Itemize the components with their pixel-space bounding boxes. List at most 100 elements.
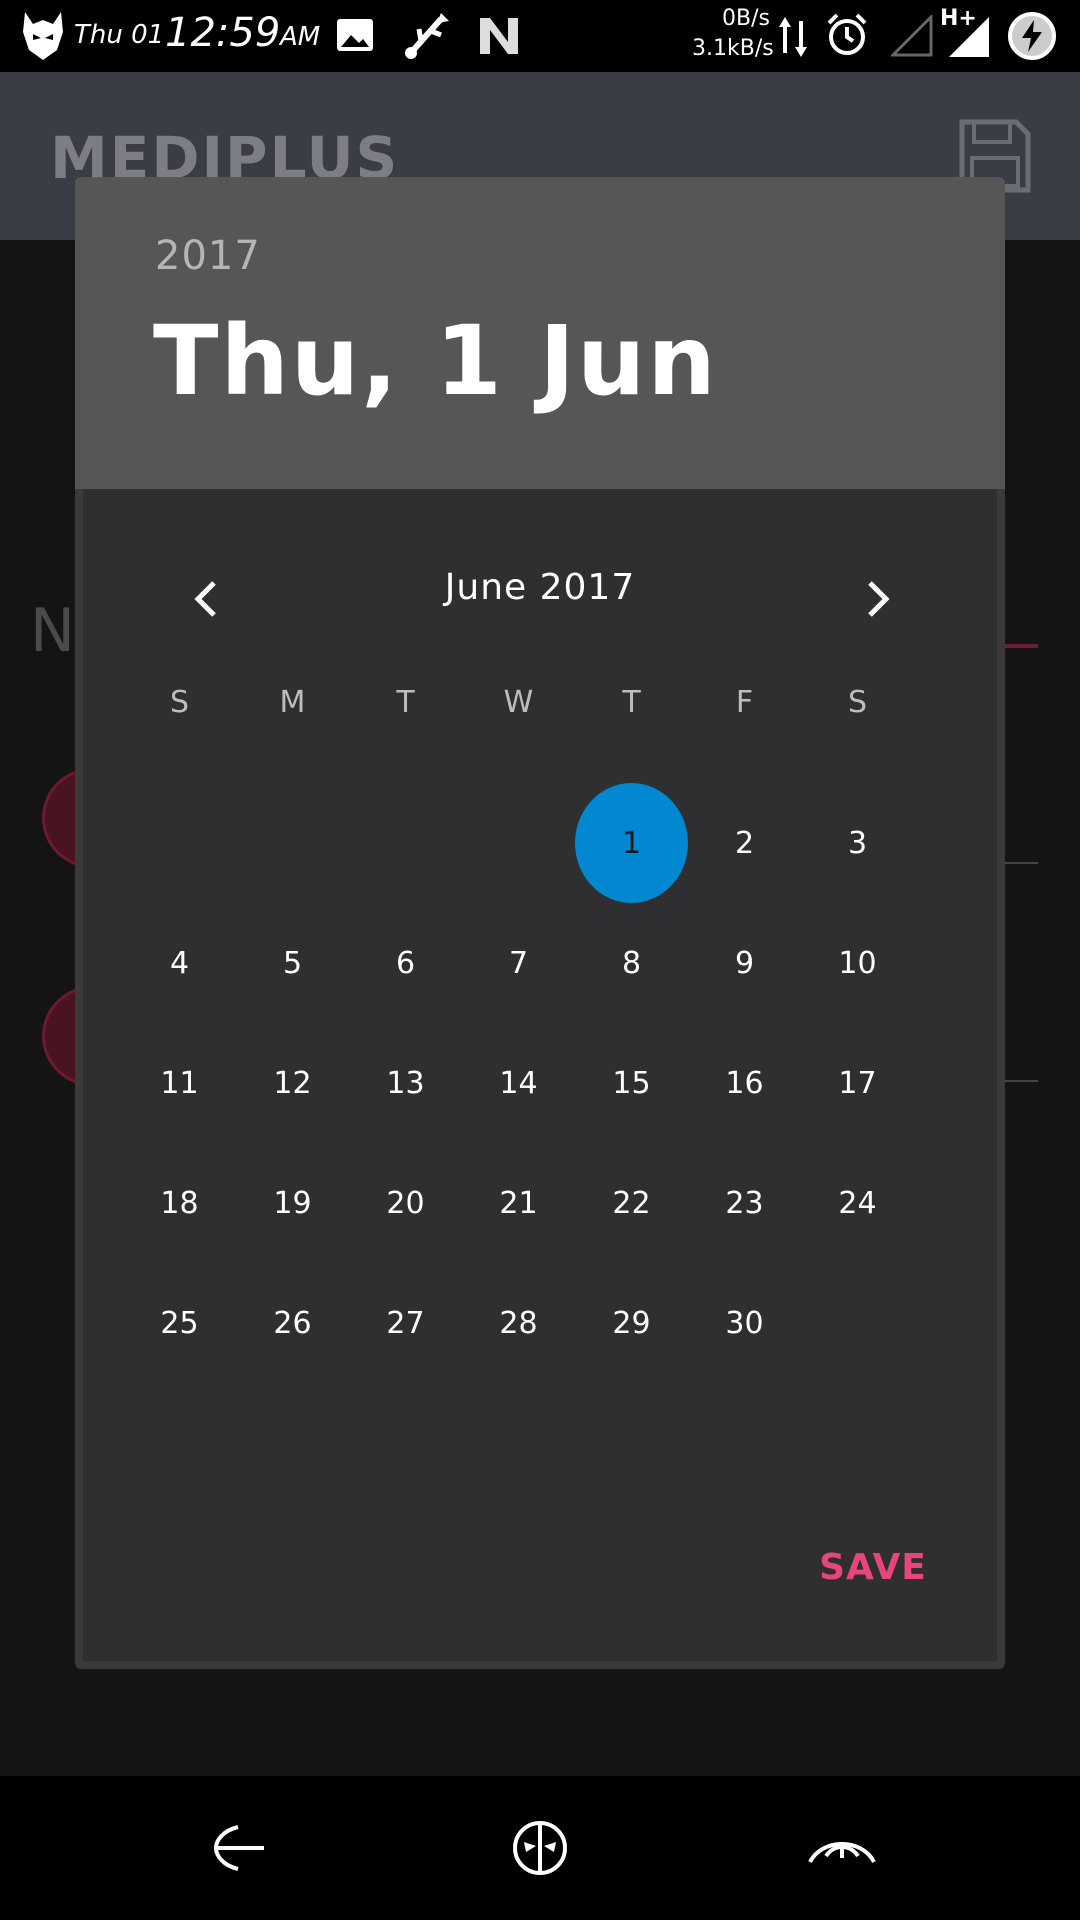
day-number: 6: [395, 945, 416, 981]
day-cell[interactable]: 10: [801, 903, 914, 1023]
day-number: 8: [621, 945, 642, 981]
status-day: Thu 01: [74, 20, 165, 50]
day-cell[interactable]: 7: [462, 903, 575, 1023]
day-number: 3: [847, 825, 868, 861]
weekday-label: S: [847, 685, 868, 720]
weekday-label: F: [735, 685, 754, 720]
day-cell[interactable]: 29: [575, 1263, 688, 1383]
day-cell[interactable]: 6: [349, 903, 462, 1023]
weekday-label: S: [169, 685, 190, 720]
navigation-bar: [0, 1776, 1080, 1920]
day-number: 11: [160, 1065, 199, 1101]
day-cell[interactable]: 12: [236, 1023, 349, 1143]
n-logo-icon: [474, 12, 524, 60]
day-grid: 1 2 3 4 5 6 7 8 9 10 11 12 13 14 15 16 17 18 19 20 21 22 23 24 2…: [123, 783, 914, 1383]
weekday-label: T: [396, 685, 415, 720]
day-number: 19: [273, 1185, 312, 1221]
day-number: 2: [734, 825, 755, 861]
day-cell[interactable]: 22: [575, 1143, 688, 1263]
chevron-right-icon: [868, 581, 890, 617]
next-month-button[interactable]: [843, 563, 915, 635]
day-number: 25: [160, 1305, 199, 1341]
day-cell[interactable]: 3: [801, 783, 914, 903]
alarm-icon: [822, 10, 872, 60]
weekday-label: T: [622, 685, 641, 720]
day-cell[interactable]: 21: [462, 1143, 575, 1263]
date-picker-dialog: 2017 Thu, 1 Jun June 2017 S M T W T F S …: [75, 177, 1005, 1669]
day-cell-selected[interactable]: 1: [575, 783, 688, 903]
day-number: 13: [386, 1065, 425, 1101]
day-number: 17: [838, 1065, 877, 1101]
usb-icon: [400, 8, 456, 64]
day-cell[interactable]: 28: [462, 1263, 575, 1383]
weekday-header: S M T W T F S: [123, 683, 914, 723]
divider: [1000, 1080, 1038, 1082]
day-number: 16: [725, 1065, 764, 1101]
day-number: 4: [169, 945, 190, 981]
day-number: 29: [612, 1305, 651, 1341]
day-number: 30: [725, 1305, 764, 1341]
day-number: 7: [508, 945, 529, 981]
day-cell[interactable]: 23: [688, 1143, 801, 1263]
status-time: 12:59: [165, 10, 281, 56]
day-cell[interactable]: 27: [349, 1263, 462, 1383]
day-number: 1: [575, 783, 688, 903]
day-cell[interactable]: 5: [236, 903, 349, 1023]
recents-icon[interactable]: [806, 1812, 878, 1884]
image-icon: [334, 14, 376, 56]
tab-indicator: [1000, 644, 1038, 648]
day-cell[interactable]: 8: [575, 903, 688, 1023]
day-number: 5: [282, 945, 303, 981]
day-empty: [123, 783, 236, 903]
day-number: 27: [386, 1305, 425, 1341]
day-number: 9: [734, 945, 755, 981]
header-selected-date[interactable]: Thu, 1 Jun: [153, 305, 718, 417]
day-cell[interactable]: 19: [236, 1143, 349, 1263]
calendar: June 2017 S M T W T F S 1 2 3 4 5 6 7 8 9 10 11 12 1…: [83, 489, 997, 1661]
weekday-label: W: [503, 685, 534, 720]
weekday-label: M: [279, 685, 306, 720]
day-cell[interactable]: 2: [688, 783, 801, 903]
day-cell[interactable]: 14: [462, 1023, 575, 1143]
header-year[interactable]: 2017: [155, 233, 261, 279]
signal-empty-icon: [890, 14, 934, 58]
day-number: 20: [386, 1185, 425, 1221]
day-cell[interactable]: 25: [123, 1263, 236, 1383]
day-number: 26: [273, 1305, 312, 1341]
day-number: 28: [499, 1305, 538, 1341]
day-number: 10: [838, 945, 877, 981]
day-number: 18: [160, 1185, 199, 1221]
day-number: 24: [838, 1185, 877, 1221]
day-cell[interactable]: 9: [688, 903, 801, 1023]
day-empty: [462, 783, 575, 903]
save-button[interactable]: SAVE: [803, 1537, 943, 1597]
day-cell[interactable]: 4: [123, 903, 236, 1023]
signal-full-icon: [946, 14, 992, 60]
status-bar: Thu 01 12:59 AM 0B/s 3.1kB/s H+: [0, 0, 1080, 72]
home-icon[interactable]: [504, 1812, 576, 1884]
day-cell[interactable]: 13: [349, 1023, 462, 1143]
day-cell[interactable]: 15: [575, 1023, 688, 1143]
day-empty: [349, 783, 462, 903]
day-number: 15: [612, 1065, 651, 1101]
partial-heading: N: [30, 596, 75, 666]
data-arrows-icon: [776, 12, 810, 62]
day-cell[interactable]: 17: [801, 1023, 914, 1143]
day-empty: [236, 783, 349, 903]
net-download: 3.1kB/s: [692, 36, 774, 61]
net-upload: 0B/s: [722, 6, 770, 31]
date-picker-header: 2017 Thu, 1 Jun: [75, 177, 1005, 489]
day-cell[interactable]: 20: [349, 1143, 462, 1263]
mask-logo-icon: [18, 8, 68, 64]
day-cell[interactable]: 16: [688, 1023, 801, 1143]
day-cell[interactable]: 18: [123, 1143, 236, 1263]
day-number: 23: [725, 1185, 764, 1221]
day-cell[interactable]: 24: [801, 1143, 914, 1263]
day-cell[interactable]: 11: [123, 1023, 236, 1143]
day-cell[interactable]: 30: [688, 1263, 801, 1383]
back-icon[interactable]: [202, 1812, 274, 1884]
day-number: 14: [499, 1065, 538, 1101]
battery-charging-icon: [1004, 8, 1060, 64]
day-cell[interactable]: 26: [236, 1263, 349, 1383]
day-number: 22: [612, 1185, 651, 1221]
